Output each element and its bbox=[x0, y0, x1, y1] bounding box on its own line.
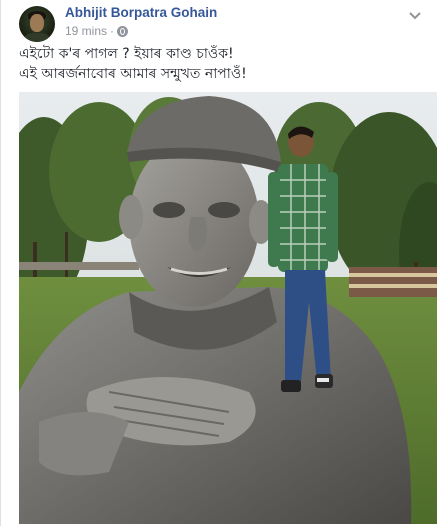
post-text-line-1: এইটো ক'ৰ পাগল ? ইয়াৰ কাণ্ড চাওঁক! bbox=[19, 46, 234, 62]
author-name-link[interactable]: Abhijit Borpatra Gohain bbox=[65, 5, 217, 20]
post-text: এইটো ক'ৰ পাগল ? ইয়াৰ কাণ্ড চাওঁক! এই আৰ… bbox=[19, 44, 424, 84]
post-text-line-2: এই আৰৰ্জনাবোৰ আমাৰ সন্মুখত নাপাওঁ! bbox=[19, 66, 247, 82]
avatar[interactable] bbox=[19, 6, 55, 42]
timestamp-link[interactable]: 19 mins bbox=[65, 24, 107, 38]
chevron-down-icon[interactable] bbox=[407, 10, 423, 22]
post-photo[interactable] bbox=[19, 92, 437, 524]
meta-separator: · bbox=[110, 24, 115, 38]
post-card: Abhijit Borpatra Gohain 19 mins · এইটো ক… bbox=[0, 0, 437, 526]
post-meta: 19 mins · bbox=[65, 24, 129, 38]
globe-icon[interactable] bbox=[117, 25, 129, 37]
